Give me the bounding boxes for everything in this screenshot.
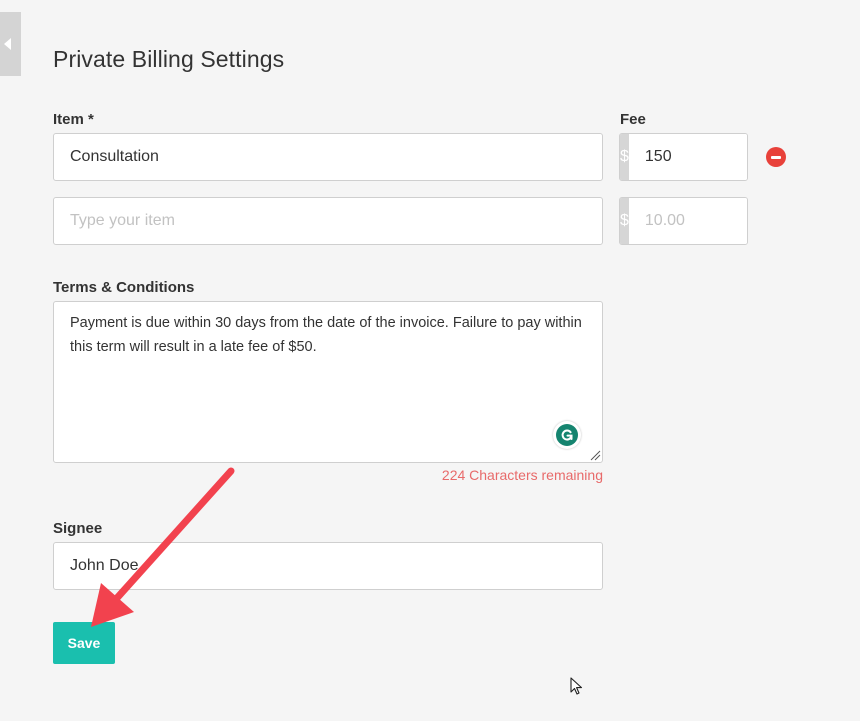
signee-label: Signee — [53, 520, 103, 537]
item-input-2[interactable] — [53, 197, 603, 245]
signee-input[interactable] — [53, 542, 603, 590]
save-button[interactable]: Save — [53, 622, 115, 664]
terms-textarea[interactable]: Payment is due within 30 days from the d… — [53, 301, 603, 463]
resize-handle-icon[interactable] — [589, 449, 601, 461]
grammarly-icon[interactable] — [553, 421, 581, 449]
item-input-1[interactable] — [53, 133, 603, 181]
minus-circle-icon — [771, 155, 781, 159]
fee-input-2[interactable] — [628, 198, 747, 244]
remove-item-button[interactable] — [766, 147, 786, 167]
fee-input-1[interactable] — [628, 134, 747, 180]
page-title: Private Billing Settings — [53, 46, 285, 72]
item-label: Item * — [53, 111, 94, 128]
mouse-pointer-icon — [570, 677, 583, 695]
currency-addon: $ — [620, 134, 629, 180]
currency-addon: $ — [620, 198, 629, 244]
caret-left-icon — [4, 38, 11, 50]
fee-input-group-2: $ — [619, 197, 748, 245]
billing-settings-page: Private Billing Settings Item * Fee $ $ … — [0, 0, 860, 721]
sidebar-collapse-button[interactable] — [0, 12, 21, 76]
fee-input-group-1: $ — [619, 133, 748, 181]
fee-label: Fee — [620, 111, 646, 128]
terms-label: Terms & Conditions — [53, 279, 195, 296]
characters-remaining-text: 224 Characters remaining — [441, 467, 603, 483]
